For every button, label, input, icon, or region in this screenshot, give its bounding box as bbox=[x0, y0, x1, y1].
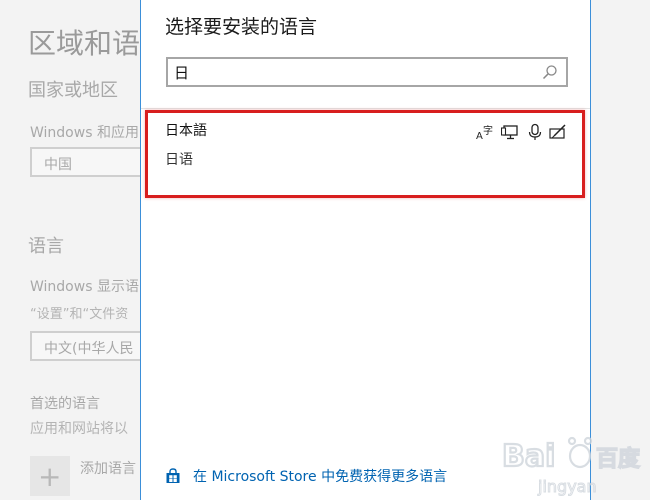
display-language-label: Windows 显示语 bbox=[30, 279, 139, 295]
store-link-text[interactable]: 在 Microsoft Store 中免费获得更多语言 bbox=[193, 466, 447, 486]
plus-icon: + bbox=[38, 460, 62, 493]
choose-language-dialog: 选择要安装的语言 日本語 日语 A 字 bbox=[140, 0, 591, 500]
country-select[interactable]: 中国 bbox=[30, 147, 150, 177]
language-search-input[interactable] bbox=[174, 61, 534, 83]
display-language-icon bbox=[501, 125, 518, 140]
windows-apps-label: Windows 和应用 bbox=[30, 125, 139, 141]
svg-text:字: 字 bbox=[483, 124, 493, 137]
svg-text:Bai: Bai bbox=[502, 439, 555, 474]
language-search-box[interactable] bbox=[166, 57, 568, 87]
apps-sites-note: 应用和网站将以 bbox=[30, 421, 128, 437]
display-language-select-value: 中文(中华人民 bbox=[44, 341, 134, 357]
dialog-title: 选择要安装的语言 bbox=[165, 16, 318, 38]
preferred-languages-heading: 首选的语言 bbox=[30, 396, 100, 412]
text-to-speech-icon: A 字 bbox=[476, 124, 493, 141]
language-native-name: 日本語 bbox=[165, 123, 207, 139]
baidu-watermark-logo: Bai 百度 jingyan bbox=[501, 436, 641, 497]
display-language-select[interactable]: 中文(中华人民 bbox=[30, 331, 150, 361]
handwriting-icon bbox=[549, 124, 566, 139]
svg-text:百度: 百度 bbox=[596, 447, 640, 472]
list-item-japanese[interactable]: 日本語 日语 A 字 bbox=[141, 112, 590, 196]
svg-text:jingyan: jingyan bbox=[537, 477, 597, 496]
search-icon[interactable] bbox=[542, 64, 558, 80]
country-select-value: 中国 bbox=[44, 157, 72, 173]
add-language-button[interactable]: + bbox=[30, 456, 70, 496]
settings-note: “设置”和“文件资 bbox=[30, 307, 129, 322]
page-title: 区域和语 bbox=[28, 27, 141, 60]
add-language-label[interactable]: 添加语言 bbox=[80, 458, 136, 478]
divider bbox=[141, 108, 590, 109]
language-localized-name: 日语 bbox=[165, 152, 193, 168]
store-bag-icon bbox=[166, 468, 180, 483]
country-region-heading: 国家或地区 bbox=[28, 80, 118, 101]
language-heading: 语言 bbox=[28, 236, 64, 257]
speech-recognition-icon bbox=[528, 123, 542, 140]
svg-text:A: A bbox=[476, 131, 483, 141]
